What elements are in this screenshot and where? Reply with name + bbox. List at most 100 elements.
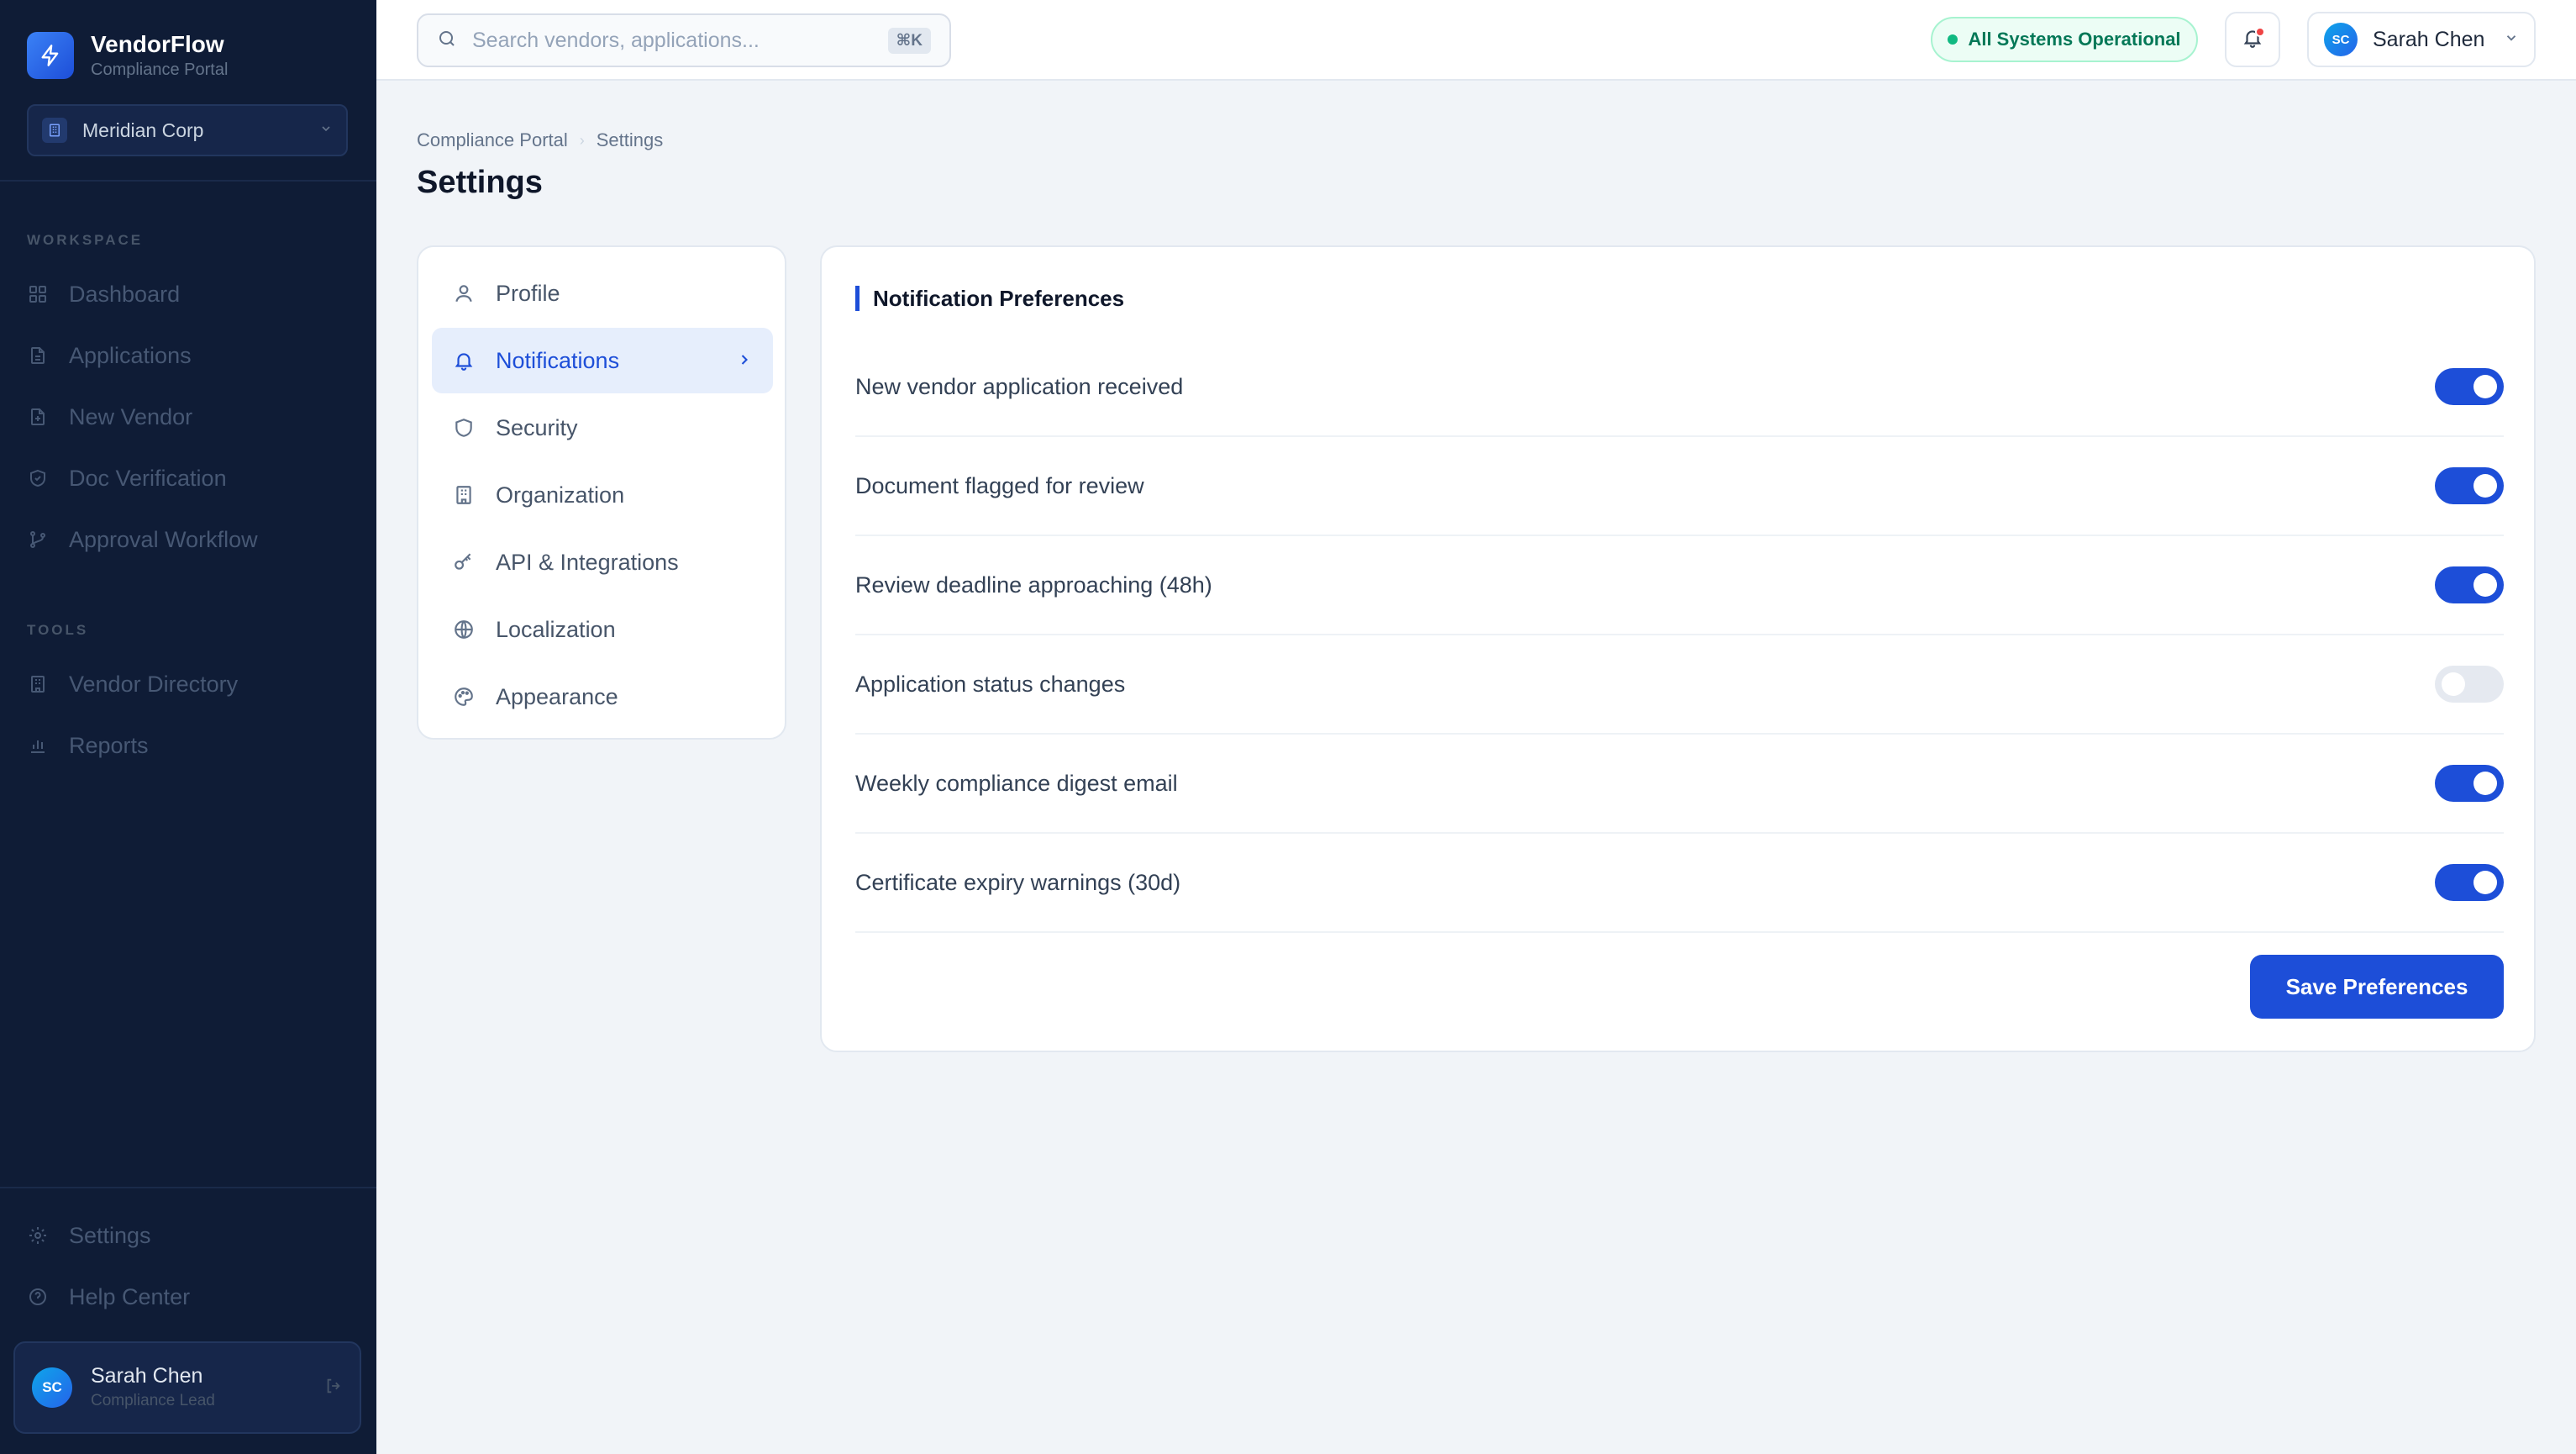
- pref-row-application-status: Application status changes: [855, 635, 2504, 735]
- toggle-switch[interactable]: [2435, 467, 2504, 504]
- shortcut-badge: ⌘K: [887, 27, 931, 54]
- section-label-tools: TOOLS: [27, 622, 89, 638]
- settings-nav-notifications[interactable]: Notifications: [432, 328, 773, 393]
- brand[interactable]: VendorFlow Compliance Portal: [27, 30, 228, 81]
- pref-label: Weekly compliance digest email: [855, 770, 1178, 796]
- git-branch-icon: [27, 529, 49, 551]
- toggle-switch[interactable]: [2435, 368, 2504, 405]
- chevron-down-icon: [319, 122, 333, 140]
- brand-name: VendorFlow: [91, 31, 224, 57]
- globe-icon: [452, 618, 476, 641]
- user-menu-name: Sarah Chen: [2373, 27, 2485, 51]
- save-preferences-button[interactable]: Save Preferences: [2250, 955, 2504, 1019]
- org-selector[interactable]: Meridian Corp: [27, 104, 348, 156]
- sidebar-item-label: Help Center: [69, 1283, 191, 1309]
- shield-icon: [452, 416, 476, 440]
- toggle-switch[interactable]: [2435, 864, 2504, 901]
- notifications-button[interactable]: [2225, 12, 2280, 67]
- user-card[interactable]: SC Sarah Chen Compliance Lead: [13, 1341, 361, 1434]
- sidebar-item-applications[interactable]: Applications: [27, 330, 348, 381]
- sidebar-item-dashboard[interactable]: Dashboard: [27, 269, 348, 319]
- sidebar-item-help-center[interactable]: Help Center: [27, 1272, 348, 1322]
- divider: [0, 180, 376, 182]
- sidebar-item-approval-workflow[interactable]: Approval Workflow: [27, 514, 348, 565]
- settings-nav-api-integrations[interactable]: API & Integrations: [432, 529, 773, 595]
- pref-label: Document flagged for review: [855, 472, 1144, 498]
- chevron-right-icon: [736, 348, 753, 374]
- sidebar-item-reports[interactable]: Reports: [27, 720, 348, 771]
- sidebar: VendorFlow Compliance Portal Meridian Co…: [0, 0, 376, 1454]
- pref-row-weekly-digest: Weekly compliance digest email: [855, 735, 2504, 834]
- status-text: All Systems Operational: [1968, 29, 2181, 50]
- search-icon: [437, 29, 457, 53]
- pref-label: Certificate expiry warnings (30d): [855, 869, 1181, 895]
- avatar: SC: [32, 1367, 72, 1408]
- toggle-knob: [2442, 672, 2465, 696]
- gear-icon: [27, 1225, 49, 1246]
- sidebar-item-label: Dashboard: [69, 281, 181, 307]
- settings-nav-label: API & Integrations: [496, 549, 679, 575]
- status-badge: All Systems Operational: [1931, 17, 2198, 62]
- org-name: Meridian Corp: [82, 119, 204, 141]
- sidebar-item-vendor-directory[interactable]: Vendor Directory: [27, 659, 348, 709]
- brand-subtitle: Compliance Portal: [91, 61, 229, 79]
- bar-chart-icon: [27, 735, 49, 756]
- section-label-workspace: WORKSPACE: [27, 232, 144, 248]
- pref-label: New vendor application received: [855, 373, 1184, 399]
- user-name: Sarah Chen: [91, 1364, 203, 1388]
- sidebar-item-label: Settings: [69, 1222, 151, 1248]
- settings-nav-appearance[interactable]: Appearance: [432, 664, 773, 730]
- settings-nav-label: Organization: [496, 482, 625, 508]
- palette-icon: [452, 685, 476, 709]
- shield-check-icon: [27, 467, 49, 489]
- topbar: ⌘K All Systems Operational SC Sarah Chen: [376, 0, 2576, 81]
- sidebar-item-settings[interactable]: Settings: [27, 1210, 348, 1261]
- pref-label: Review deadline approaching (48h): [855, 572, 1212, 598]
- toggle-knob: [2473, 474, 2497, 498]
- toggle-switch[interactable]: [2435, 566, 2504, 603]
- settings-nav-organization[interactable]: Organization: [432, 462, 773, 528]
- building-icon: [42, 118, 67, 143]
- pref-row-review-deadline: Review deadline approaching (48h): [855, 536, 2504, 635]
- sidebar-item-label: Doc Verification: [69, 465, 227, 491]
- sidebar-item-label: Applications: [69, 342, 192, 368]
- settings-nav-label: Appearance: [496, 683, 618, 709]
- breadcrumb-item-root[interactable]: Compliance Portal: [417, 129, 568, 151]
- key-icon: [452, 551, 476, 574]
- settings-nav-security[interactable]: Security: [432, 395, 773, 461]
- sidebar-item-label: Vendor Directory: [69, 671, 239, 697]
- file-plus-icon: [27, 406, 49, 428]
- pref-row-new-vendor-application: New vendor application received: [855, 338, 2504, 437]
- search-box[interactable]: ⌘K: [417, 13, 951, 67]
- document-icon: [27, 345, 49, 366]
- settings-nav: Profile Notifications Security Organizat…: [417, 245, 786, 740]
- lightning-icon: [27, 32, 74, 79]
- logout-icon[interactable]: [324, 1377, 343, 1399]
- sidebar-item-new-vendor[interactable]: New Vendor: [27, 392, 348, 442]
- help-circle-icon: [27, 1286, 49, 1308]
- toggle-switch[interactable]: [2435, 765, 2504, 802]
- sidebar-item-doc-verification[interactable]: Doc Verification: [27, 453, 348, 503]
- settings-nav-localization[interactable]: Localization: [432, 597, 773, 662]
- sidebar-item-label: Approval Workflow: [69, 526, 258, 552]
- notification-preferences-panel: Notification Preferences New vendor appl…: [820, 245, 2536, 1052]
- breadcrumb-item-current: Settings: [596, 129, 664, 150]
- settings-nav-label: Localization: [496, 616, 616, 642]
- settings-nav-label: Notifications: [496, 347, 620, 373]
- divider: [0, 1187, 376, 1188]
- settings-nav-profile[interactable]: Profile: [432, 261, 773, 326]
- search-input[interactable]: [472, 28, 888, 53]
- pref-row-document-flagged: Document flagged for review: [855, 437, 2504, 536]
- settings-nav-label: Security: [496, 414, 578, 440]
- settings-nav-label: Profile: [496, 280, 560, 306]
- pref-row-certificate-expiry: Certificate expiry warnings (30d): [855, 834, 2504, 933]
- user-menu[interactable]: SC Sarah Chen: [2307, 12, 2536, 67]
- breadcrumb-separator: ›: [579, 131, 585, 149]
- toggle-switch[interactable]: [2435, 666, 2504, 703]
- toggle-knob: [2473, 772, 2497, 795]
- toggle-knob: [2473, 375, 2497, 398]
- user-role: Compliance Lead: [91, 1392, 215, 1409]
- bell-icon: [452, 349, 476, 372]
- sidebar-item-label: New Vendor: [69, 403, 193, 429]
- notification-dot: [2255, 27, 2265, 37]
